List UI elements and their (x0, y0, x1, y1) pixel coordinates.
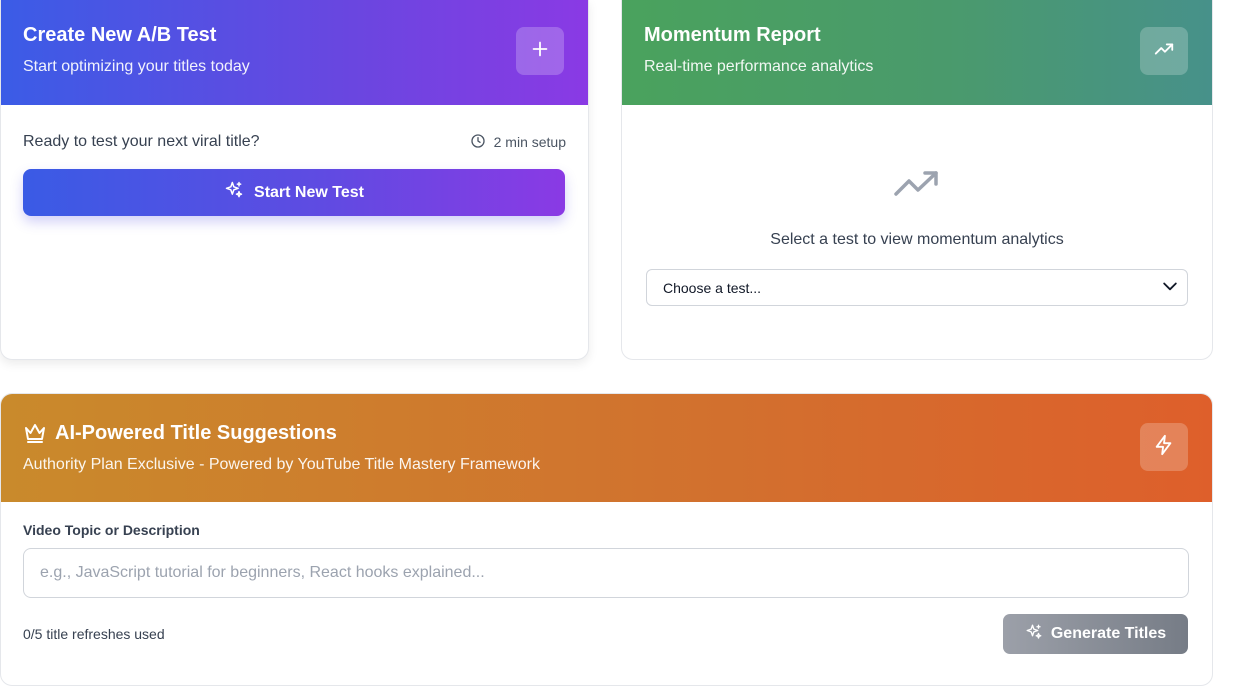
plus-icon (529, 38, 551, 65)
setup-time-label: 2 min setup (493, 134, 566, 150)
chevron-down-icon (1160, 276, 1180, 299)
create-card-subtitle: Start optimizing your titles today (23, 58, 250, 75)
create-card-header: Create New A/B Test Start optimizing you… (1, 0, 588, 105)
momentum-card-title: Momentum Report (644, 24, 821, 46)
video-topic-input[interactable] (23, 548, 1189, 598)
momentum-report-card: Momentum Report Real-time performance an… (621, 0, 1213, 360)
test-select-value: Choose a test... (663, 279, 762, 296)
generate-titles-button[interactable]: Generate Titles (1003, 614, 1188, 654)
start-new-test-label: Start New Test (254, 183, 364, 201)
test-select[interactable]: Choose a test... (646, 269, 1188, 306)
clock-icon (470, 133, 486, 152)
refresh-count: 0/5 title refreshes used (23, 626, 165, 642)
generate-titles-label: Generate Titles (1050, 625, 1167, 642)
create-card-title: Create New A/B Test (23, 24, 217, 46)
momentum-card-subtitle: Real-time performance analytics (644, 58, 874, 75)
lightning-icon (1153, 434, 1175, 461)
create-ab-test-card: Create New A/B Test Start optimizing you… (0, 0, 589, 360)
momentum-card-header: Momentum Report Real-time performance an… (622, 0, 1212, 105)
ai-card-title-text: AI-Powered Title Suggestions (55, 422, 337, 444)
sparkles-icon (1025, 623, 1043, 646)
ready-text: Ready to test your next viral title? (23, 133, 260, 150)
ai-title-suggestions-card: AI-Powered Title Suggestions Authority P… (0, 393, 1213, 686)
trending-up-icon (1153, 38, 1175, 65)
start-new-test-button[interactable]: Start New Test (23, 169, 565, 216)
crown-icon (23, 422, 47, 444)
ai-card-header: AI-Powered Title Suggestions Authority P… (1, 394, 1212, 502)
sparkles-icon (224, 180, 244, 205)
ai-card-title: AI-Powered Title Suggestions (23, 420, 1190, 446)
ai-card-subtitle: Authority Plan Exclusive - Powered by Yo… (23, 456, 540, 473)
setup-time: 2 min setup (470, 133, 566, 152)
add-test-button[interactable] (516, 27, 564, 75)
trending-up-icon (646, 169, 1188, 199)
ai-header-button[interactable] (1140, 423, 1188, 471)
momentum-header-button[interactable] (1140, 27, 1188, 75)
video-topic-label: Video Topic or Description (23, 522, 200, 538)
momentum-empty-message: Select a test to view momentum analytics (770, 231, 1064, 248)
